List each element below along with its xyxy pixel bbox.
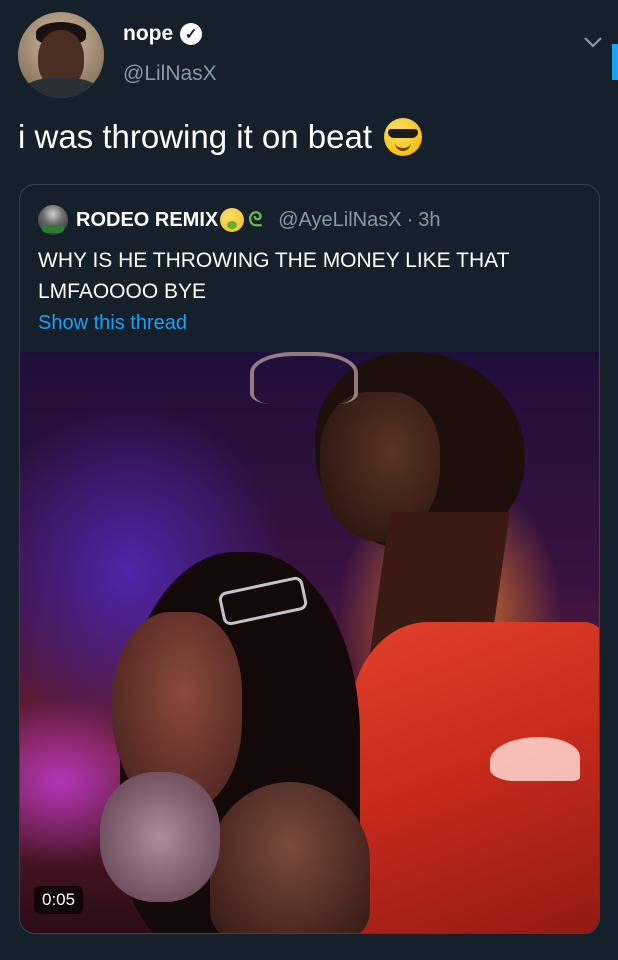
show-thread-link[interactable]: Show this thread xyxy=(38,312,187,335)
tweet-text-content: i was throwing it on beat xyxy=(18,118,373,155)
tweet-text: i was throwing it on beat xyxy=(18,118,600,156)
avatar-shirt xyxy=(24,78,98,98)
video-scene-shoulder xyxy=(210,782,370,933)
tweet-header: nope ✓ @LilNasX xyxy=(18,12,618,102)
separator-dot: · xyxy=(406,208,414,231)
avatar[interactable] xyxy=(18,12,104,98)
quoted-timestamp: 3h xyxy=(418,208,441,231)
quoted-handle: @AyeLilNasX xyxy=(278,208,402,231)
author-name-row[interactable]: nope ✓ xyxy=(123,22,203,46)
scroll-indicator xyxy=(612,44,618,80)
video-scene-hand xyxy=(100,772,220,902)
author-display-name[interactable]: nope xyxy=(123,22,173,46)
quoted-text-line: WHY IS HE THROWING THE MONEY LIKE THAT xyxy=(38,249,510,272)
quoted-tweet-header: RODEO REMIX ᘓ @AyeLilNasX · 3h xyxy=(38,205,441,235)
quoted-tweet-card[interactable]: RODEO REMIX ᘓ @AyeLilNasX · 3h WHY IS HE… xyxy=(19,184,600,934)
video-scene-jacket-logo xyxy=(490,737,580,781)
quoted-tweet-text: WHY IS HE THROWING THE MONEY LIKE THAT L… xyxy=(38,245,578,307)
tweet-page: nope ✓ @LilNasX i was throwing it on bea… xyxy=(0,0,618,960)
video-scene-crown xyxy=(250,352,358,404)
video-player[interactable]: 0:05 xyxy=(20,352,599,933)
snake-emoji-icon: ᘓ xyxy=(248,209,263,231)
sunglasses-emoji-icon xyxy=(384,118,423,156)
quoted-avatar xyxy=(38,205,68,235)
verified-badge-icon: ✓ xyxy=(180,23,203,45)
quoted-display-name: RODEO REMIX xyxy=(76,208,219,231)
video-duration-badge: 0:05 xyxy=(34,886,84,914)
chevron-down-icon[interactable] xyxy=(582,34,604,50)
quoted-text-line: LMFAOOOO BYE xyxy=(38,280,207,303)
author-handle[interactable]: @LilNasX xyxy=(123,62,217,86)
nauseated-face-emoji-icon xyxy=(220,208,245,232)
